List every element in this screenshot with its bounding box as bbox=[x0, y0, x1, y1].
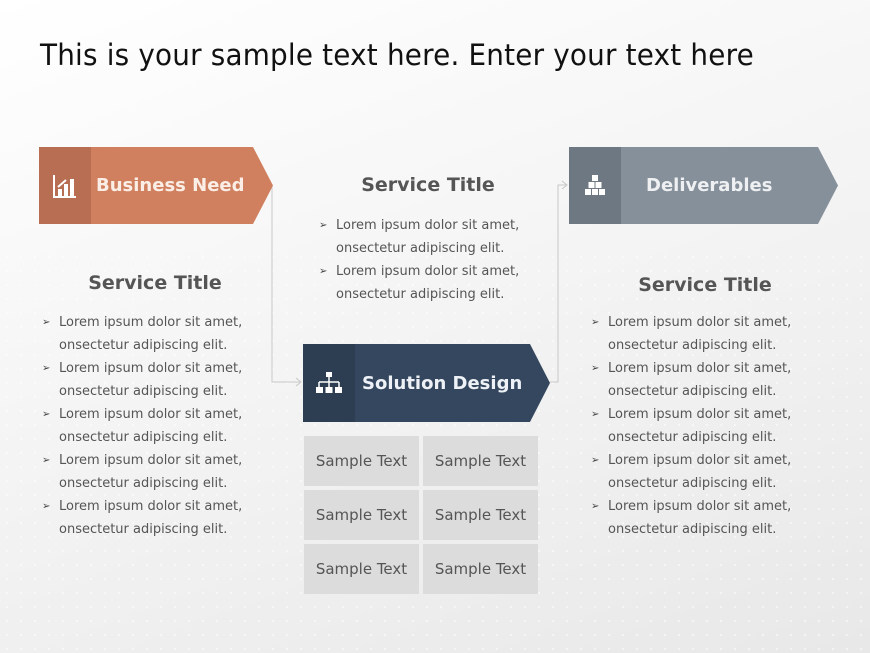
grid-cell: Sample Text bbox=[423, 436, 538, 486]
bullet-arrow-icon: ➢ bbox=[42, 317, 51, 328]
bullet-arrow-icon: ➢ bbox=[591, 501, 600, 512]
left-bullet-list: ➢ Lorem ipsum dolor sit amet, onsectetur … bbox=[42, 311, 249, 541]
grid-cell: Sample Text bbox=[304, 436, 419, 486]
list-item: ➢ Lorem ipsum dolor sit amet, onsectetur … bbox=[42, 357, 249, 403]
bullet-arrow-icon: ➢ bbox=[42, 409, 51, 420]
left-service-title: Service Title bbox=[88, 272, 222, 294]
list-item: ➢ Lorem ipsum dolor sit amet, onsectetur … bbox=[42, 311, 249, 357]
bullet-arrow-icon: ➢ bbox=[591, 317, 600, 328]
bullet-arrow-icon: ➢ bbox=[319, 220, 328, 231]
business-need-banner: Business Need bbox=[39, 147, 273, 224]
right-bullet-list: ➢ Lorem ipsum dolor sit amet, onsectetur … bbox=[591, 311, 798, 541]
deliverables-banner: Deliverables bbox=[569, 147, 838, 224]
bullet-arrow-icon: ➢ bbox=[42, 363, 51, 374]
solution-design-banner: Solution Design bbox=[303, 344, 550, 422]
bullet-arrow-icon: ➢ bbox=[42, 455, 51, 466]
bullet-arrow-icon: ➢ bbox=[591, 455, 600, 466]
bullet-arrow-icon: ➢ bbox=[42, 501, 51, 512]
business-need-label: Business Need bbox=[91, 147, 273, 224]
list-item: ➢ Lorem ipsum dolor sit amet, onsectetur … bbox=[591, 311, 798, 357]
list-item: ➢ Lorem ipsum dolor sit amet, onsectetur … bbox=[591, 495, 798, 541]
grid-cell: Sample Text bbox=[304, 490, 419, 540]
bar-chart-icon bbox=[53, 174, 76, 198]
grid-cell: Sample Text bbox=[304, 544, 419, 594]
bullet-arrow-icon: ➢ bbox=[319, 266, 328, 277]
solution-design-icon-box bbox=[303, 344, 355, 422]
connector-need-to-solution bbox=[271, 186, 300, 383]
list-item: ➢ Lorem ipsum dolor sit amet, onsectetur … bbox=[319, 260, 526, 306]
stacked-boxes-icon bbox=[585, 174, 605, 195]
deliverables-icon-box bbox=[569, 147, 621, 224]
list-item: ➢ Lorem ipsum dolor sit amet, onsectetur … bbox=[591, 357, 798, 403]
bullet-arrow-icon: ➢ bbox=[591, 363, 600, 374]
grid-cell: Sample Text bbox=[423, 490, 538, 540]
list-item: ➢ Lorem ipsum dolor sit amet, onsectetur … bbox=[591, 449, 798, 495]
connector-solution-to-deliverables bbox=[550, 184, 566, 383]
grid-cell: Sample Text bbox=[423, 544, 538, 594]
list-item: ➢ Lorem ipsum dolor sit amet, onsectetur … bbox=[42, 403, 249, 449]
list-item: ➢ Lorem ipsum dolor sit amet, onsectetur … bbox=[319, 214, 526, 260]
bullet-arrow-icon: ➢ bbox=[591, 409, 600, 420]
solution-design-label: Solution Design bbox=[355, 344, 550, 422]
sample-text-grid: Sample Text Sample Text Sample Text Samp… bbox=[304, 436, 539, 594]
middle-bullet-list: ➢ Lorem ipsum dolor sit amet, onsectetur … bbox=[319, 214, 526, 306]
list-item: ➢ Lorem ipsum dolor sit amet, onsectetur … bbox=[42, 449, 249, 495]
middle-service-title: Service Title bbox=[361, 174, 495, 196]
list-item: ➢ Lorem ipsum dolor sit amet, onsectetur … bbox=[42, 495, 249, 541]
list-item: ➢ Lorem ipsum dolor sit amet, onsectetur … bbox=[591, 403, 798, 449]
org-chart-icon bbox=[316, 372, 342, 393]
right-service-title: Service Title bbox=[638, 274, 772, 296]
deliverables-label: Deliverables bbox=[621, 147, 838, 224]
business-need-icon-box bbox=[39, 147, 91, 224]
